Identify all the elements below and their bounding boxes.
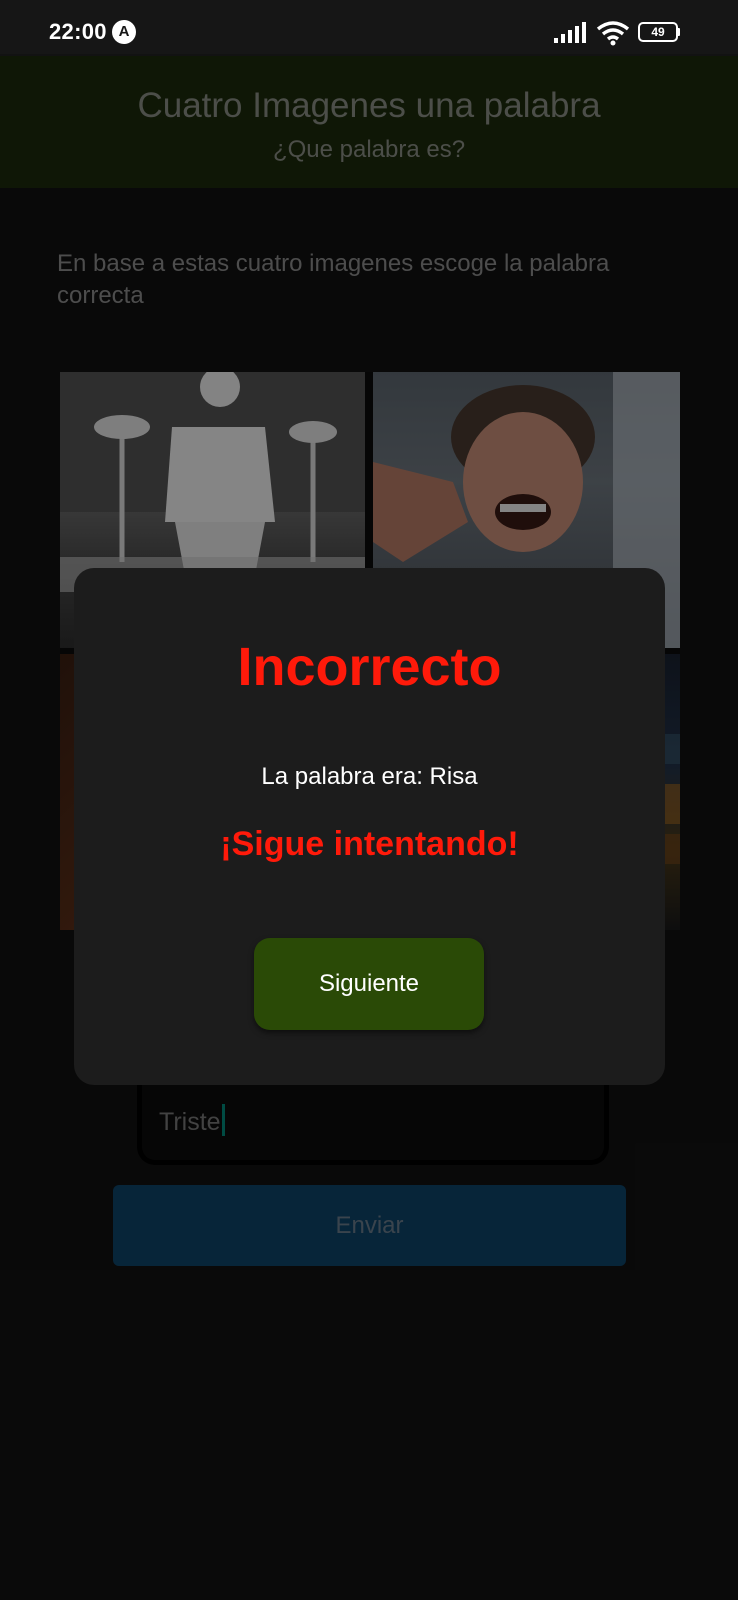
battery-icon: 49 [638, 22, 680, 42]
next-button[interactable]: Siguiente [254, 938, 484, 1030]
encourage-text: ¡Sigue intentando! [220, 825, 519, 863]
status-bar: 22:00 A 49 [0, 0, 738, 54]
wifi-icon [596, 21, 630, 46]
correct-word-text: La palabra era: Risa [261, 763, 478, 790]
app-notification-icon: A [112, 20, 136, 44]
signal-icon [554, 22, 586, 43]
battery-level: 49 [638, 22, 678, 42]
clock: 22:00 [49, 19, 107, 44]
result-title: Incorrecto [237, 637, 502, 697]
result-dialog: Incorrecto La palabra era: Risa ¡Sigue i… [74, 568, 665, 1085]
